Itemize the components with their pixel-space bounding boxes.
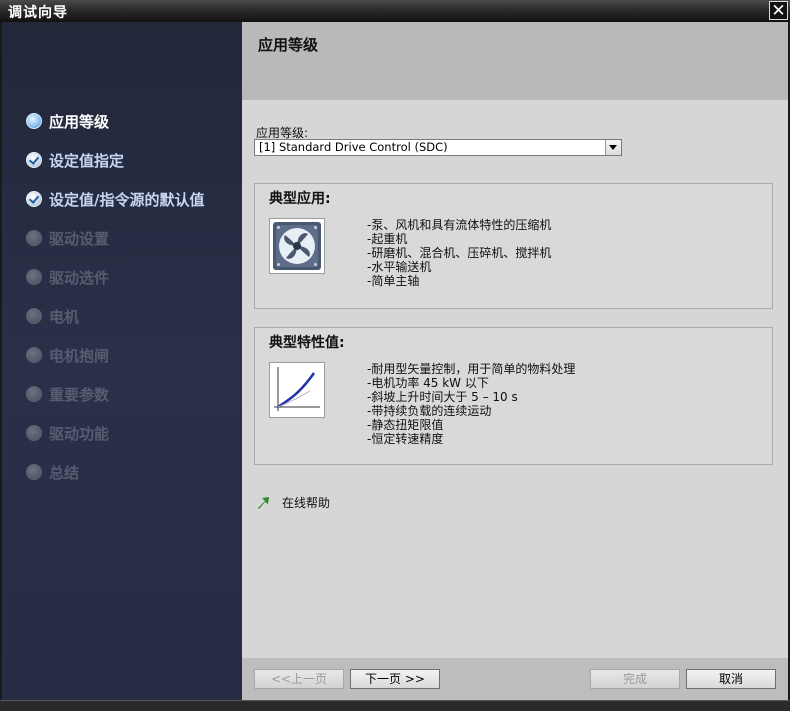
chevron-down-icon[interactable]: [605, 140, 621, 155]
typical-applications-list: -泵、风机和具有流体特性的压缩机 -起重机 -研磨机、混合机、压碎机、搅拌机 -…: [367, 218, 551, 288]
content-area: 应用等级: [1] Standard Drive Control (SDC) 典…: [242, 100, 788, 658]
wizard-window: 调试向导 ✕ 应用等级 设定值指定 设定值/指令源的默认值 驱动设置 驱动选件 …: [0, 0, 790, 711]
step-important-params: 重要参数: [26, 382, 109, 406]
previous-page-button[interactable]: <<上一页: [254, 669, 344, 689]
select-value: [1] Standard Drive Control (SDC): [259, 140, 448, 154]
close-button[interactable]: ✕: [769, 1, 788, 20]
title-bar[interactable]: 调试向导 ✕: [0, 0, 790, 22]
list-item: -电机功率 45 kW 以下: [367, 376, 489, 390]
page-header: 应用等级: [242, 22, 788, 100]
step-label: 总结: [49, 463, 80, 482]
arrow-up-right-icon: [258, 496, 269, 509]
application-class-select[interactable]: [1] Standard Drive Control (SDC): [254, 139, 622, 156]
step-motor-brake: 电机抱闸: [26, 343, 109, 367]
next-page-button[interactable]: 下一页 >>: [350, 669, 440, 689]
step-pending-icon: [26, 425, 42, 441]
step-label: 电机抱闸: [49, 346, 110, 365]
step-motor: 电机: [26, 304, 79, 328]
button-bar: <<上一页 下一页 >> 完成 取消: [242, 658, 788, 700]
step-label: 驱动选件: [49, 268, 110, 287]
step-setpoint[interactable]: 设定值指定: [26, 148, 124, 172]
step-pending-icon: [26, 308, 42, 324]
step-summary: 总结: [26, 460, 79, 484]
list-item: -水平输送机: [367, 260, 432, 274]
fan-icon: [269, 218, 325, 274]
step-label: 驱动设置: [49, 229, 110, 248]
step-label: 设定值/指令源的默认值: [49, 190, 205, 209]
step-pending-icon: [26, 347, 42, 363]
step-application-class[interactable]: 应用等级: [26, 109, 109, 133]
typical-characteristics-list: -耐用型矢量控制，用于简单的物料处理 -电机功率 45 kW 以下 -斜坡上升时…: [367, 362, 575, 446]
group-title: 典型特性值:: [269, 335, 345, 351]
step-pending-icon: [26, 464, 42, 480]
list-item: -斜坡上升时间大于 5 – 10 s: [367, 390, 518, 404]
step-drive-options: 驱动选件: [26, 265, 109, 289]
wizard-steps-sidebar: 应用等级 设定值指定 设定值/指令源的默认值 驱动设置 驱动选件 电机 电机抱闸: [2, 22, 242, 700]
curve-chart-icon: [269, 362, 325, 418]
check-icon: [26, 152, 42, 168]
step-active-icon: [26, 113, 42, 129]
list-item: -静态扭矩限值: [367, 418, 444, 432]
close-icon: ✕: [771, 1, 786, 21]
step-label: 应用等级: [49, 112, 110, 131]
list-item: -泵、风机和具有流体特性的压缩机: [367, 218, 552, 232]
step-drive-settings: 驱动设置: [26, 226, 109, 250]
list-item: -简单主轴: [367, 274, 420, 288]
step-pending-icon: [26, 230, 42, 246]
step-setpoint-defaults[interactable]: 设定值/指令源的默认值: [26, 187, 204, 211]
step-drive-functions: 驱动功能: [26, 421, 109, 445]
step-label: 驱动功能: [49, 424, 110, 443]
step-pending-icon: [26, 386, 42, 402]
window-title: 调试向导: [8, 5, 68, 21]
online-help-label: 在线帮助: [282, 496, 331, 510]
step-pending-icon: [26, 269, 42, 285]
list-item: -带持续负载的连续运动: [367, 404, 492, 418]
list-item: -恒定转速精度: [367, 432, 444, 446]
list-item: -研磨机、混合机、压碎机、搅拌机: [367, 246, 552, 260]
typical-characteristics-group: 典型特性值: -耐用型矢量控制，用于简单的物料处理 -电机功率 45 kW 以下…: [254, 327, 773, 465]
cancel-button[interactable]: 取消: [686, 669, 776, 689]
check-icon: [26, 191, 42, 207]
step-label: 电机: [49, 307, 80, 326]
finish-button[interactable]: 完成: [590, 669, 680, 689]
list-item: -耐用型矢量控制，用于简单的物料处理: [367, 362, 576, 376]
step-label: 重要参数: [49, 385, 110, 404]
list-item: -起重机: [367, 232, 408, 246]
step-label: 设定值指定: [49, 151, 125, 170]
page-title: 应用等级: [258, 36, 319, 54]
online-help-link[interactable]: 在线帮助: [256, 494, 330, 511]
group-title: 典型应用:: [269, 191, 331, 207]
window-bottom-edge: [0, 700, 790, 711]
typical-applications-group: 典型应用: -泵、风机和具有流体特性的压缩机 -起重机 -研磨机、混合机、压碎机…: [254, 183, 773, 309]
